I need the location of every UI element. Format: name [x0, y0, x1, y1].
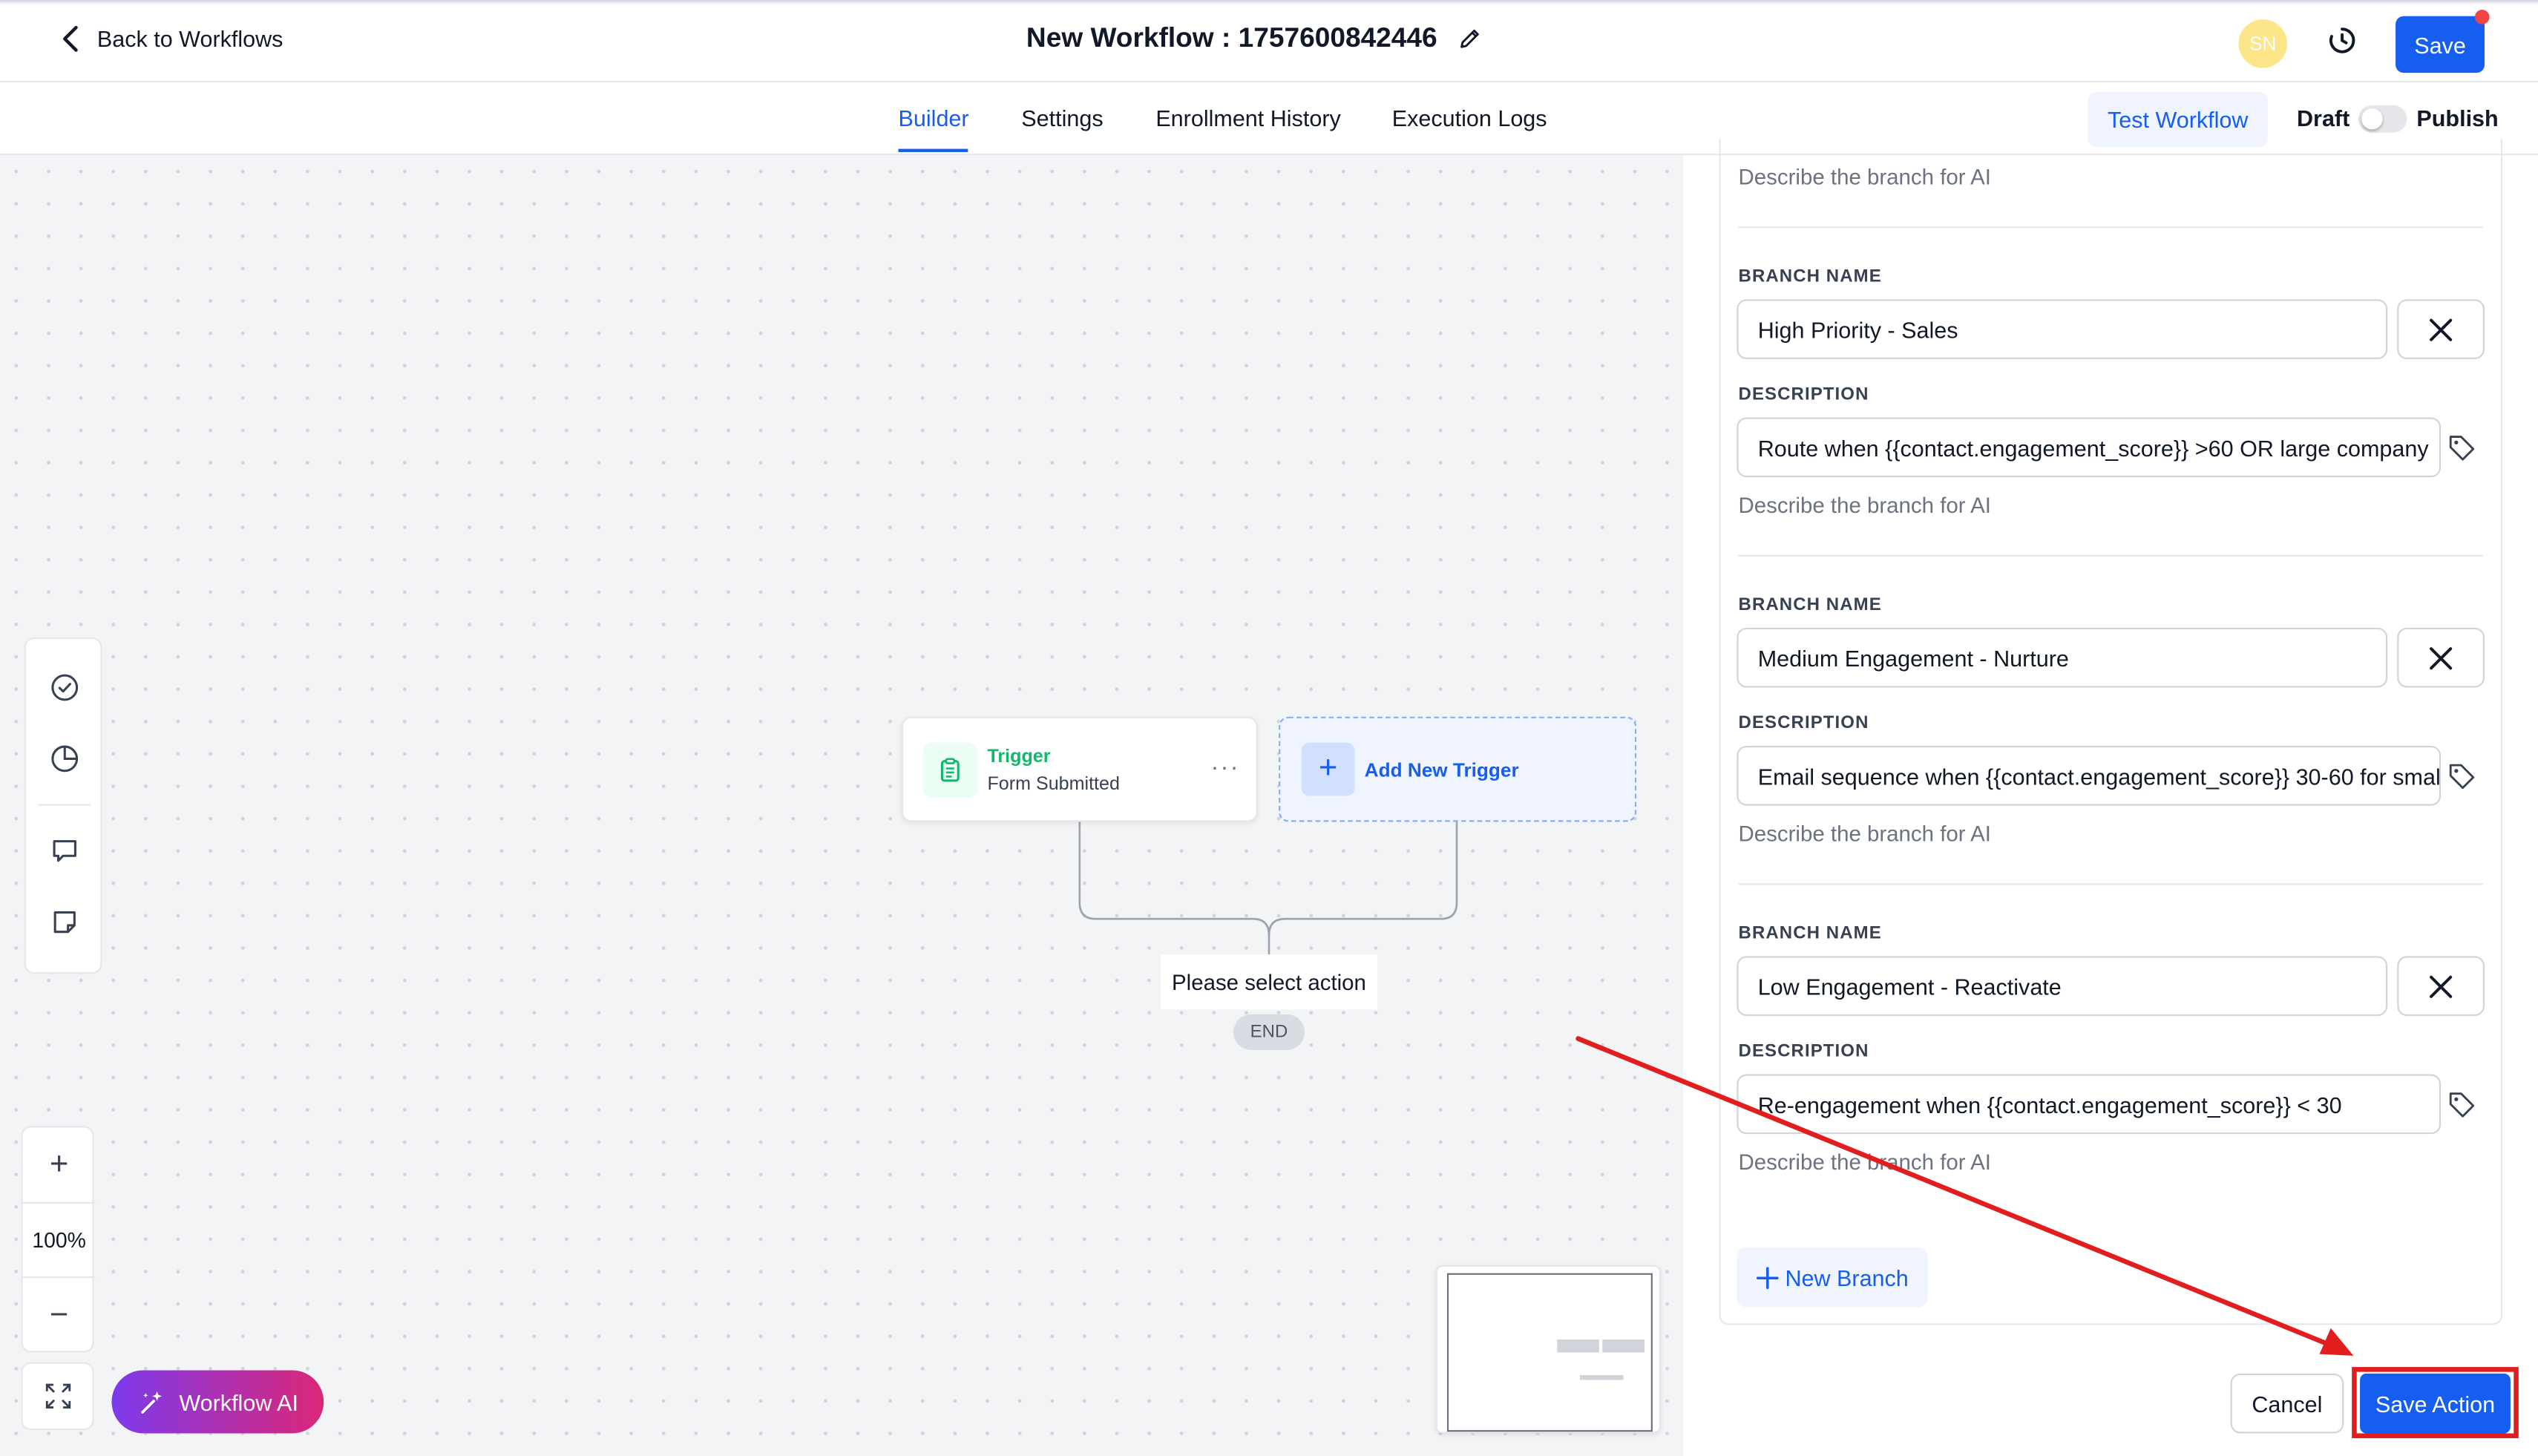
branch-name-input[interactable]: High Priority - Sales: [1737, 299, 2388, 359]
tab-execution-logs[interactable]: Execution Logs: [1392, 105, 1547, 131]
trigger-icon-wrap: [922, 742, 978, 798]
workflow-ai-button[interactable]: Workflow AI: [111, 1370, 324, 1434]
minimap-node: [1602, 1339, 1645, 1353]
draft-label: Draft: [2297, 105, 2350, 131]
branch-name-label: BRANCH NAME: [1738, 595, 1882, 615]
save-button[interactable]: Save: [2396, 16, 2485, 73]
remove-branch-button[interactable]: [2397, 627, 2485, 688]
branch-config-panel: Describe the branch for AI BRANCH NAME H…: [1683, 139, 2538, 1456]
close-icon: [2430, 318, 2453, 341]
tag-icon[interactable]: [2447, 433, 2476, 462]
branch-separator: [1738, 226, 2483, 229]
tag-icon[interactable]: [2447, 762, 2476, 791]
workflow-ai-label: Workflow AI: [179, 1388, 299, 1415]
minimap-node: [1557, 1339, 1599, 1353]
branch-ai-hint: Describe the branch for AI: [1738, 493, 1991, 518]
unsaved-indicator-dot: [2474, 10, 2490, 24]
branch-ai-hint: Describe the branch for AI: [1738, 822, 1991, 847]
add-new-trigger-node[interactable]: + Add New Trigger: [1279, 716, 1637, 822]
edit-pencil-icon[interactable]: [1457, 26, 1483, 52]
plus-icon: +: [1301, 742, 1355, 796]
toolbar-divider: [39, 804, 91, 806]
fit-view-button[interactable]: [21, 1362, 94, 1431]
select-action-node[interactable]: Please select action: [1160, 954, 1378, 1010]
active-tab-underline: [898, 148, 968, 152]
new-branch-label: New Branch: [1785, 1264, 1909, 1291]
new-branch-button[interactable]: New Branch: [1737, 1247, 1928, 1308]
clipboard-icon: [940, 758, 960, 782]
expand-icon: [45, 1383, 70, 1409]
history-icon[interactable]: [2326, 24, 2358, 57]
workflow-title-text: New Workflow : 1757600842446: [1026, 22, 1437, 53]
tag-icon[interactable]: [2447, 1090, 2476, 1119]
description-label: DESCRIPTION: [1738, 1041, 1869, 1062]
branch-description-input[interactable]: Email sequence when {{contact.engagement…: [1737, 745, 2442, 806]
zoom-in-button[interactable]: +: [23, 1127, 96, 1201]
sticky-note-icon[interactable]: [48, 906, 81, 939]
minimap-node: [1579, 1375, 1624, 1380]
branch-name-input[interactable]: Low Engagement - Reactivate: [1737, 956, 2388, 1017]
workflow-title: New Workflow : 1757600842446: [0, 23, 2509, 56]
branch-name-input[interactable]: Medium Engagement - Nurture: [1737, 627, 2388, 688]
tab-settings[interactable]: Settings: [1021, 105, 1103, 131]
trigger-subtitle: Form Submitted: [987, 775, 1120, 795]
branch-ai-hint: Describe the branch for AI: [1738, 1150, 1991, 1175]
zoom-controls: + 100% −: [21, 1126, 96, 1353]
add-trigger-label: Add New Trigger: [1364, 758, 1519, 781]
workflow-canvas[interactable]: Trigger Form Submitted ··· + Add New Tri…: [0, 155, 1684, 1456]
top-shade: [0, 0, 2538, 5]
tab-builder[interactable]: Builder: [899, 105, 969, 131]
branch-description-input[interactable]: Re-engagement when {{contact.engagement_…: [1737, 1074, 2442, 1135]
close-icon: [2430, 974, 2453, 997]
pie-chart-icon[interactable]: [48, 743, 81, 775]
description-label: DESCRIPTION: [1738, 713, 1869, 733]
description-label: DESCRIPTION: [1738, 384, 1869, 404]
canvas-side-toolbar: [24, 637, 102, 974]
trigger-node[interactable]: Trigger Form Submitted ···: [901, 716, 1258, 822]
branch-name-label: BRANCH NAME: [1738, 923, 1882, 943]
zoom-level: 100%: [22, 1201, 96, 1279]
trigger-more-menu[interactable]: ···: [1210, 754, 1239, 781]
close-icon: [2430, 646, 2453, 669]
end-node: END: [1233, 1014, 1305, 1050]
remove-branch-button[interactable]: [2397, 299, 2485, 359]
branch-description-input[interactable]: Route when {{contact.engagement_score}} …: [1737, 417, 2442, 478]
comment-icon[interactable]: [48, 835, 81, 868]
sparkle-wand-icon: [140, 1390, 162, 1413]
toggle-knob: [2361, 108, 2383, 130]
top-bar: Back to Workflows New Workflow : 1757600…: [0, 0, 2538, 83]
avatar[interactable]: SN: [2238, 19, 2287, 68]
branch-separator: [1738, 554, 2483, 557]
cancel-button[interactable]: Cancel: [2230, 1373, 2344, 1434]
branch-separator: [1738, 883, 2483, 885]
minimap[interactable]: [1435, 1265, 1661, 1434]
tab-enrollment-history[interactable]: Enrollment History: [1155, 105, 1340, 131]
top-ai-hint: Describe the branch for AI: [1738, 165, 1991, 190]
trigger-label: Trigger: [987, 747, 1051, 767]
check-circle-icon[interactable]: [48, 672, 81, 704]
zoom-out-button[interactable]: −: [23, 1278, 96, 1352]
highlight-box: [2352, 1367, 2519, 1439]
publish-label: Publish: [2416, 105, 2499, 131]
plus-icon: [1756, 1266, 1779, 1288]
branch-name-label: BRANCH NAME: [1738, 266, 1882, 286]
remove-branch-button[interactable]: [2397, 956, 2485, 1017]
publish-toggle[interactable]: [2358, 105, 2407, 133]
